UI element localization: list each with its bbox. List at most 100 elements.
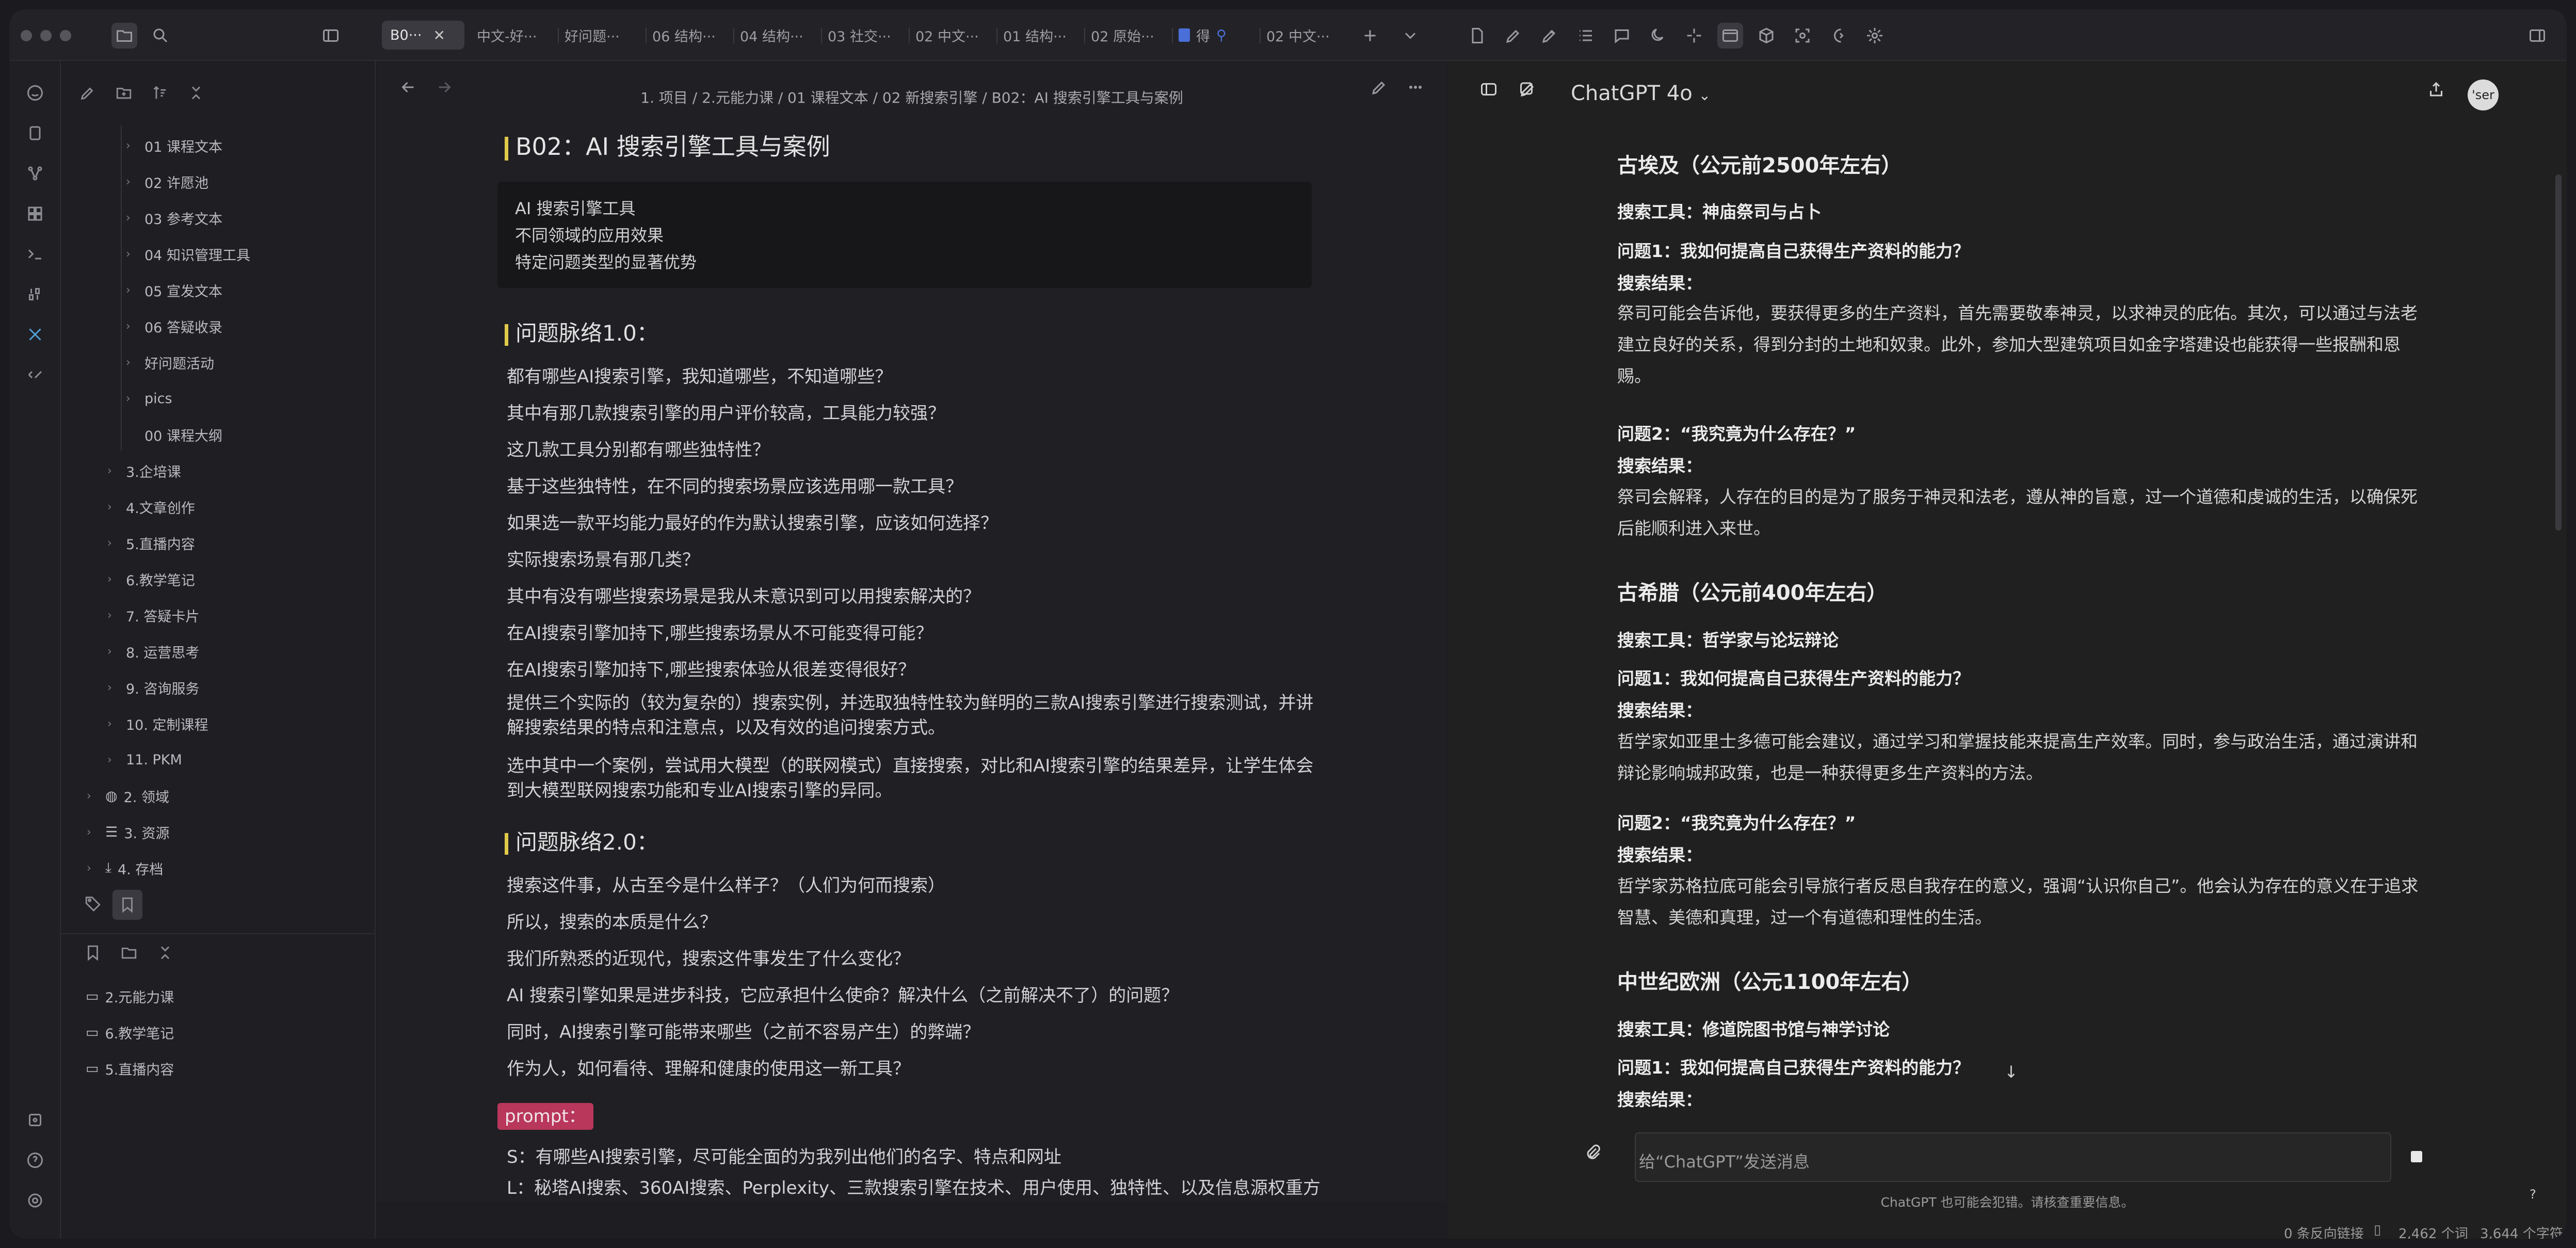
text-line[interactable]: 搜索这件事，从古至今是什么样子？（人们为何而搜索） [507, 871, 945, 897]
tree-folder[interactable]: › 04 知识管理工具 [126, 243, 250, 265]
moon-icon[interactable] [1645, 23, 1671, 49]
vault-icon[interactable] [24, 1109, 46, 1131]
text-line[interactable]: 都有哪些AI搜索引擎，我知道哪些，不知道哪些？ [507, 362, 892, 388]
text-line[interactable]: 其中有那几款搜索引擎的用户评价较高，工具能力较强？ [507, 399, 945, 424]
text-line[interactable]: 其中有没有哪些搜索场景是我从未意识到可以用搜索解决的？ [507, 582, 980, 607]
stop-button[interactable] [2411, 1151, 2422, 1162]
chat-message-input[interactable]: 给“ChatGPT”发送消息 [1635, 1132, 2391, 1182]
code-block[interactable]: AI 搜索引擎工具 不同领域的应用效果 特定问题类型的显著优势 [497, 182, 1312, 288]
file-explorer-icon[interactable] [111, 23, 137, 49]
backlinks-count[interactable]: 0 条反向链接 [2284, 1223, 2364, 1239]
bookmark-tab-icon[interactable] [112, 890, 142, 920]
tree-folder[interactable]: › pics [126, 387, 172, 410]
tab[interactable]: 04 结构··· [740, 21, 812, 50]
window-minimize-button[interactable] [40, 30, 52, 41]
chat-sidebar-icon[interactable] [1476, 76, 1502, 102]
text-line[interactable]: 基于这些独特性，在不同的搜索场景应该选用哪一款工具？ [507, 472, 963, 498]
tab[interactable]: 01 结构··· [1003, 21, 1075, 50]
edit-mode-icon[interactable] [1366, 74, 1392, 100]
tree-folder[interactable]: › 好问题活动 [126, 351, 214, 374]
tab[interactable]: 02 中文··· [1266, 21, 1339, 50]
list-icon[interactable] [1573, 23, 1599, 49]
tree-folder[interactable]: › 3.企培课 [107, 459, 181, 482]
text-line[interactable]: AI 搜索引擎如果是进步科技，它应承担什么使命？解决什么（之前解决不了）的问题？ [507, 981, 1179, 1006]
text-line[interactable]: 在AI搜索引擎加持下,哪些搜索场景从不可能变得可能？ [507, 619, 933, 644]
tab-list-chevron-icon[interactable] [1397, 23, 1423, 49]
text-paragraph[interactable]: 提供三个实际的（较为复杂的）搜索实例，并选取独特性较为鲜明的三款AI搜索引擎进行… [507, 691, 1322, 740]
tab-b02[interactable]: B0··· ✕ [382, 21, 464, 50]
bookmark-item[interactable]: ▭ 6.教学笔记 [86, 1021, 174, 1044]
document-copy-icon[interactable] [24, 122, 46, 145]
tag-icon[interactable] [82, 892, 104, 915]
bookmark-item[interactable]: ▭ 2.元能力课 [86, 985, 174, 1007]
binary-icon[interactable] [24, 283, 46, 306]
text-paragraph[interactable]: 选中其中一个案例，尝试用大模型（的联网模式）直接搜索，对比和AI搜索引擎的结果差… [507, 754, 1322, 803]
share-icon[interactable] [2423, 76, 2449, 102]
text-line[interactable]: 实际搜索场景有那几类？ [507, 546, 700, 571]
chat-scrollbar[interactable] [2555, 174, 2562, 531]
text-line[interactable]: 作为人，如何看待、理解和健康的使用这一新工具？ [507, 1054, 910, 1080]
tree-folder[interactable]: › 6.教学笔记 [107, 568, 195, 590]
tab-close-icon[interactable]: ✕ [433, 27, 445, 44]
tree-file[interactable]: 00 课程大纲 [126, 423, 222, 446]
new-tab-icon[interactable] [1357, 23, 1383, 49]
smile-icon[interactable] [24, 82, 46, 104]
text-line[interactable]: 所以，搜索的本质是什么？ [507, 908, 717, 933]
tree-folder[interactable]: › 7. 答疑卡片 [107, 604, 199, 627]
tools-icon[interactable] [24, 323, 46, 346]
file-icon[interactable] [1464, 23, 1490, 49]
heading-1-0[interactable]: 问题脉络1.0： [505, 316, 658, 347]
scroll-down-arrow-icon[interactable]: ↓ [2004, 1062, 2018, 1082]
ai-icon[interactable] [1826, 23, 1852, 49]
tree-folder[interactable]: › 5.直播内容 [107, 532, 195, 554]
sparkle-icon[interactable] [1681, 23, 1707, 49]
comment-icon[interactable] [1609, 23, 1635, 49]
window-zoom-button[interactable] [60, 30, 71, 41]
text-line[interactable]: 这几款工具分别都有哪些独特性？ [507, 436, 770, 461]
sort-icon[interactable] [149, 82, 171, 104]
tree-folder-domain[interactable]: › ◍ 2. 领域 [87, 785, 169, 807]
collapse-bookmarks-icon[interactable] [154, 941, 176, 964]
dashboard-icon[interactable] [24, 202, 46, 225]
pencil-icon[interactable] [1537, 23, 1563, 49]
breadcrumb[interactable]: 1. 项目 / 2.元能力课 / 01 课程文本 / 02 新搜索引擎 / B0… [377, 87, 1447, 107]
tree-folder[interactable]: › 11. PKM [107, 748, 182, 771]
tree-folder[interactable]: › 03 参考文本 [126, 206, 222, 229]
settings-gear-icon[interactable] [1862, 23, 1888, 49]
help-button[interactable]: ? [2530, 1187, 2536, 1202]
browser-icon[interactable] [1717, 23, 1743, 49]
attach-paperclip-icon[interactable] [1580, 1140, 1606, 1165]
cube-icon[interactable] [1753, 23, 1779, 49]
prompt-tag[interactable]: prompt： [497, 1103, 593, 1130]
heading-2-0[interactable]: 问题脉络2.0： [505, 825, 658, 856]
text-line[interactable]: 如果选一款平均能力最好的作为默认搜索引擎，应该如何选择？ [507, 509, 998, 534]
sidebar-toggle-icon[interactable] [318, 23, 344, 49]
note-title[interactable]: B02：AI 搜索引擎工具与案例 [505, 128, 830, 162]
bookmark-item[interactable]: ▭ 5.直播内容 [86, 1057, 174, 1080]
tab[interactable]: 03 社交··· [828, 21, 900, 50]
graph-icon[interactable] [24, 162, 46, 185]
tree-folder[interactable]: › 01 课程文本 [126, 134, 222, 157]
tab[interactable]: 中文-好··· [477, 21, 549, 50]
text-line[interactable]: 同时，AI搜索引擎可能带来哪些（之前不容易产生）的弊端？ [507, 1018, 980, 1043]
new-folder-icon[interactable] [112, 82, 135, 104]
new-note-icon[interactable] [76, 82, 99, 104]
tab[interactable]: 06 结构··· [652, 21, 725, 50]
more-options-icon[interactable] [1403, 74, 1428, 100]
tab[interactable]: 好问题··· [565, 21, 637, 50]
percent-code-icon[interactable] [24, 363, 46, 386]
tree-folder[interactable]: › 4.文章创作 [107, 495, 195, 518]
avatar[interactable]: 'ser [2468, 79, 2499, 110]
tab-pinned[interactable]: 得 ⚲ [1179, 21, 1256, 50]
edit-link-icon[interactable] [1501, 23, 1526, 49]
text-line[interactable]: S：有哪些AI搜索引擎，尽可能全面的为我列出他们的名字、特点和网址 [507, 1143, 1061, 1168]
terminal-icon[interactable] [24, 243, 46, 265]
search-icon[interactable] [148, 23, 173, 49]
tree-folder[interactable]: › 06 答疑收录 [126, 315, 222, 338]
window-close-button[interactable] [21, 30, 32, 41]
text-line[interactable]: 在AI搜索引擎加持下,哪些搜索体验从很差变得很好？ [507, 655, 915, 681]
new-group-icon[interactable] [118, 941, 140, 964]
model-selector[interactable]: ChatGPT 4o ⌄ [1571, 82, 1711, 105]
scan-icon[interactable] [1790, 23, 1815, 49]
tree-folder-resources[interactable]: › ☰ 3. 资源 [87, 821, 170, 843]
